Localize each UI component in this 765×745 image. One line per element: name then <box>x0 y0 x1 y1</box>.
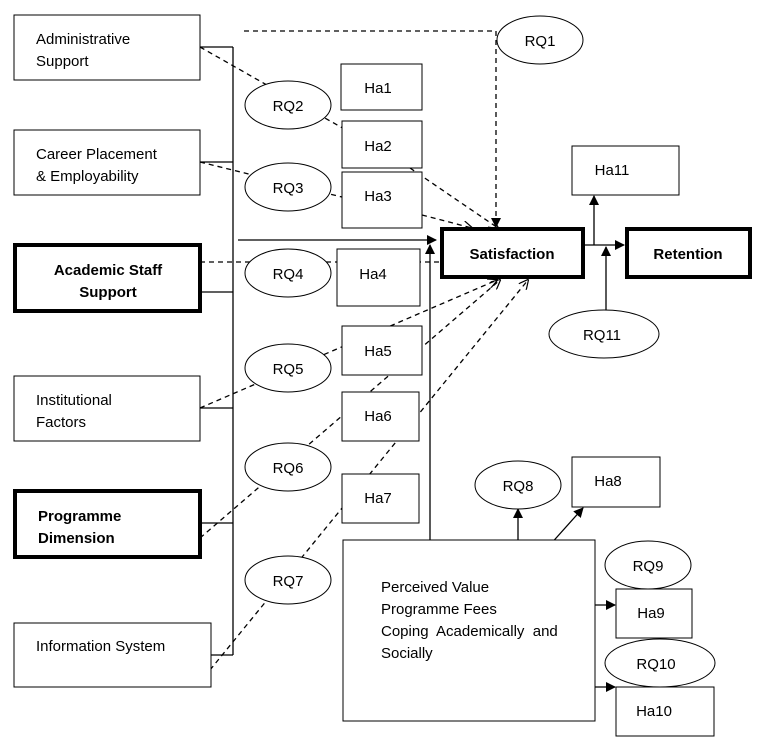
svg-text:RQ5: RQ5 <box>273 361 304 378</box>
ha3-box: Ha3 <box>341 171 423 229</box>
factor-label: Administrative <box>36 31 130 48</box>
svg-text:RQ10: RQ10 <box>636 656 675 673</box>
factor-label: Institutional <box>36 392 112 409</box>
svg-text:RQ7: RQ7 <box>273 573 304 590</box>
factor-label: Factors <box>36 414 86 431</box>
ha10-box: Ha10 <box>615 686 715 737</box>
svg-text:Ha9: Ha9 <box>637 605 665 622</box>
mediator-label: Coping Academically and <box>381 623 558 640</box>
mediator-label: Socially <box>381 645 433 662</box>
svg-text:Ha2: Ha2 <box>364 138 392 155</box>
conceptual-framework-diagram: Administrative Support Career Placement … <box>13 14 752 737</box>
svg-text:Satisfaction: Satisfaction <box>469 246 554 263</box>
rq4-ellipse: RQ4 <box>244 248 332 298</box>
svg-text:Ha3: Ha3 <box>364 188 392 205</box>
retention-box: Retention <box>625 227 752 279</box>
factor-label: Programme <box>38 508 121 525</box>
rq2-ellipse: RQ2 <box>244 80 332 130</box>
svg-text:Ha8: Ha8 <box>594 473 622 490</box>
ha1-box: Ha1 <box>340 63 423 111</box>
factor-label: Support <box>36 53 89 70</box>
rq3-ellipse: RQ3 <box>244 162 332 212</box>
svg-text:Retention: Retention <box>653 246 722 263</box>
ha2-line <box>409 167 498 228</box>
svg-text:RQ8: RQ8 <box>503 478 534 495</box>
svg-text:Ha10: Ha10 <box>636 703 672 720</box>
ha6-box: Ha6 <box>341 391 420 442</box>
factor-administrative-support: Administrative Support <box>13 14 201 81</box>
ha3-line <box>421 214 472 228</box>
rq1-ellipse: RQ1 <box>496 15 584 65</box>
ha9-box: Ha9 <box>615 588 693 639</box>
factor-academic-staff-support: Academic Staff Support <box>13 243 202 313</box>
svg-text:Ha7: Ha7 <box>364 490 392 507</box>
factor-career-placement: Career Placement & Employability <box>13 129 201 196</box>
ha5-box: Ha5 <box>341 325 423 376</box>
rq9-ellipse: RQ9 <box>604 540 692 590</box>
svg-text:Ha1: Ha1 <box>364 80 392 97</box>
factor-label: & Employability <box>36 168 139 185</box>
factor-programme-dimension: Programme Dimension <box>13 489 202 559</box>
factor-label: Information System <box>36 638 165 655</box>
rq7-ellipse: RQ7 <box>244 555 332 605</box>
svg-text:RQ4: RQ4 <box>273 266 304 283</box>
factor-label: Support <box>79 284 137 301</box>
ha4-box: Ha4 <box>336 248 421 307</box>
svg-text:Ha5: Ha5 <box>364 343 392 360</box>
rq8-ellipse: RQ8 <box>474 460 562 510</box>
ha2-box: Ha2 <box>341 120 423 169</box>
svg-text:RQ2: RQ2 <box>273 98 304 115</box>
svg-text:RQ11: RQ11 <box>583 327 621 344</box>
mediators-box: Perceived Value Programme Fees Coping Ac… <box>342 539 596 722</box>
ha11-box: Ha11 <box>571 145 680 196</box>
ha8-box: Ha8 <box>571 456 661 508</box>
svg-text:Ha6: Ha6 <box>364 408 392 425</box>
svg-text:RQ1: RQ1 <box>525 33 556 50</box>
satisfaction-box: Satisfaction <box>440 227 585 279</box>
mediator-label: Perceived Value <box>381 579 489 596</box>
factor-label: Career Placement <box>36 146 158 163</box>
mediator-label: Programme Fees <box>381 601 497 618</box>
factor-label: Academic Staff <box>54 262 163 279</box>
svg-text:Ha11: Ha11 <box>595 162 630 179</box>
ha7-box: Ha7 <box>341 473 420 524</box>
rq6-ellipse: RQ6 <box>244 442 332 492</box>
svg-text:RQ9: RQ9 <box>633 558 664 575</box>
factor-information-system: Information System <box>13 622 212 688</box>
svg-text:RQ3: RQ3 <box>273 180 304 197</box>
rq11-ellipse: RQ11 <box>548 309 660 359</box>
svg-text:RQ6: RQ6 <box>273 460 304 477</box>
rq10-ellipse: RQ10 <box>604 638 716 688</box>
rq5-ellipse: RQ5 <box>244 343 332 393</box>
factor-institutional-factors: Institutional Factors <box>13 375 201 442</box>
factor-label: Dimension <box>38 530 115 547</box>
svg-text:Ha4: Ha4 <box>359 266 387 283</box>
